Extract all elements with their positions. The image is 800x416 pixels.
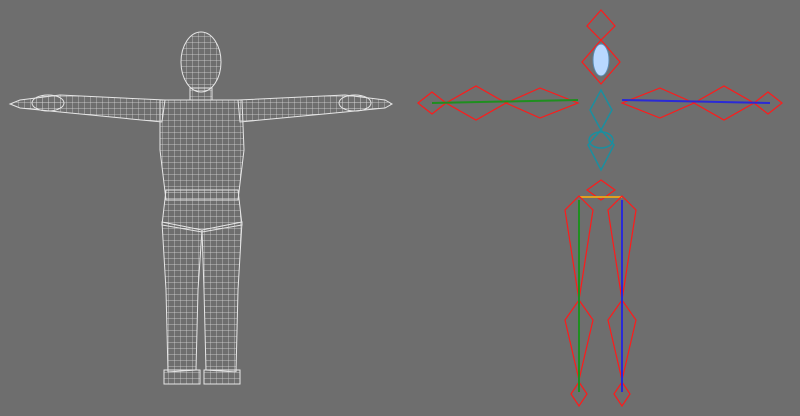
right-leg-bones[interactable] <box>607 195 637 408</box>
biped-skeleton[interactable] <box>0 0 800 416</box>
pelvis-bone[interactable] <box>580 179 622 201</box>
head-bone[interactable] <box>581 9 621 85</box>
right-arm-bones[interactable] <box>620 85 783 121</box>
left-arm-bones[interactable] <box>417 85 580 121</box>
3d-viewport[interactable] <box>0 0 800 416</box>
left-leg-bones[interactable] <box>564 195 594 408</box>
spine-bones[interactable] <box>587 88 615 172</box>
